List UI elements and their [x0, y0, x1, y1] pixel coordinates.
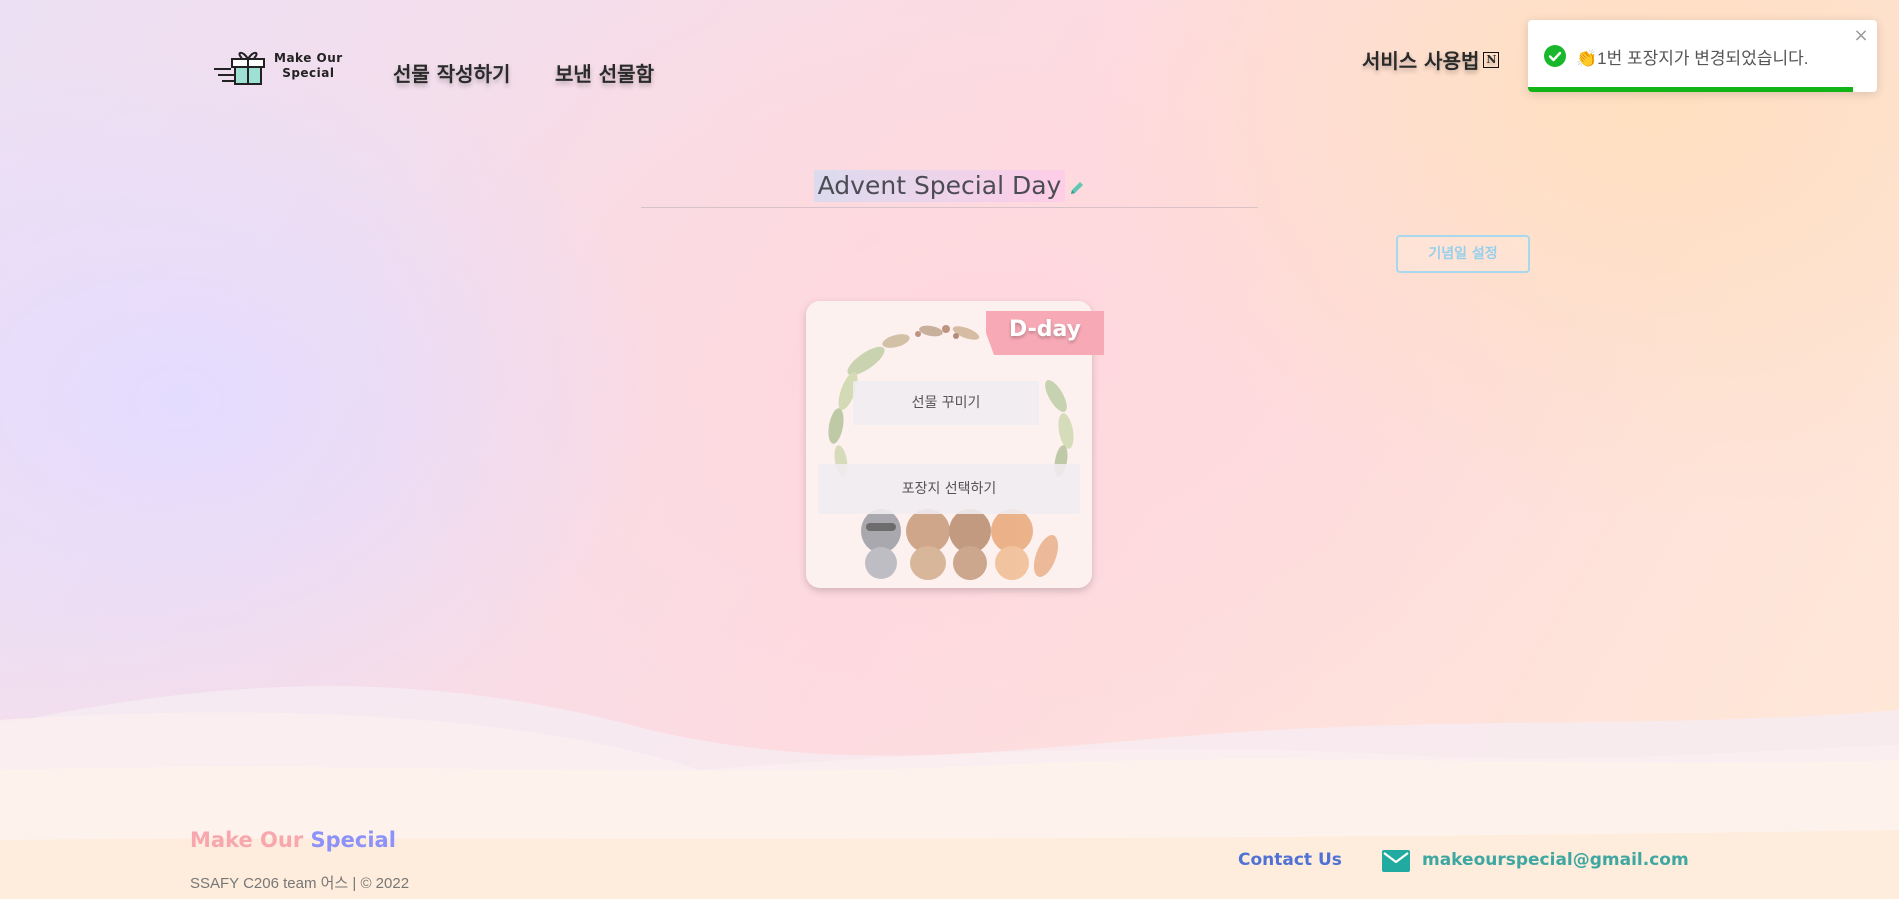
gift-title: Advent Special Day: [813, 170, 1066, 202]
anniversary-setting-button[interactable]: 기념일 설정: [1396, 235, 1530, 273]
select-wrapping-button[interactable]: 포장지 선택하기: [818, 464, 1080, 514]
mail-icon[interactable]: [1382, 850, 1410, 872]
contact-email-link[interactable]: makeourspecial@gmail.com: [1422, 850, 1689, 870]
gift-card: D-day 선물 꾸미기 포장지 선택하기: [806, 301, 1104, 588]
footer-brand-part1: Make Our: [190, 828, 304, 852]
pencil-icon[interactable]: [1069, 180, 1085, 196]
logo-text: Make Our Special: [274, 51, 343, 80]
nav-service-guide[interactable]: 서비스 사용법 N: [1362, 45, 1500, 74]
toast-notification: 👏1번 포장지가 변경되었습니다. ×: [1528, 20, 1877, 92]
dday-label: D-day: [1008, 317, 1082, 342]
decorate-gift-button[interactable]: 선물 꾸미기: [853, 381, 1039, 425]
gift-logo-icon: [214, 51, 265, 85]
nav-sent-gifts[interactable]: 보낸 선물함: [555, 58, 654, 87]
notion-icon: N: [1483, 51, 1500, 68]
footer-brand: Make Our Special: [190, 828, 396, 852]
logo[interactable]: Make Our Special: [212, 42, 347, 90]
nav-service-guide-label: 서비스 사용법: [1362, 49, 1480, 73]
footer-copyright: SSAFY C206 team 어스 | © 2022: [190, 875, 410, 892]
toast-progress-bar: [1528, 87, 1853, 92]
footer-brand-part2: Special: [310, 828, 396, 852]
gift-title-field[interactable]: Advent Special Day: [641, 170, 1258, 208]
toast-message: 👏1번 포장지가 변경되었습니다.: [1576, 49, 1809, 68]
check-circle-icon: [1544, 45, 1566, 67]
nav-create-gift[interactable]: 선물 작성하기: [393, 58, 510, 87]
contact-us-label: Contact Us: [1238, 850, 1342, 870]
close-icon[interactable]: ×: [1853, 27, 1869, 45]
